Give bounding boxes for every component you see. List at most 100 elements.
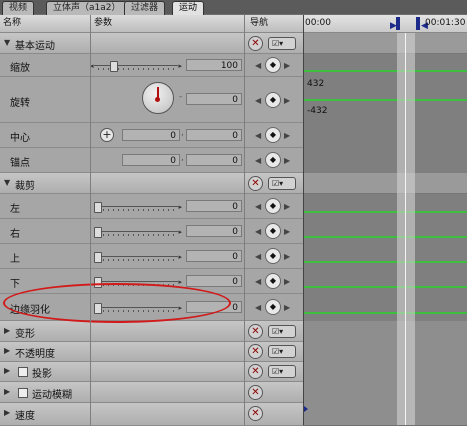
column-divider — [244, 15, 245, 425]
tab-motion[interactable]: 运动 — [172, 1, 205, 15]
next-keyframe-icon[interactable]: ▶ — [284, 96, 290, 105]
reset-x-icon[interactable]: ✕ — [248, 36, 263, 51]
section-motion-blur-label: 运动模糊 — [32, 390, 72, 401]
crop-top-field[interactable]: 0 — [186, 250, 242, 262]
prev-keyframe-icon[interactable]: ◀ — [255, 131, 261, 140]
keyframe-diamond-icon[interactable]: ◆ — [265, 223, 281, 239]
time-start: 00:00 — [305, 18, 331, 28]
menu-dropdown-icon[interactable]: ☑▾ — [268, 37, 296, 50]
prev-keyframe-icon[interactable]: ◀ — [255, 303, 261, 312]
edge-feather-curve — [304, 312, 467, 314]
disclosure-closed-icon[interactable]: ▶ — [4, 387, 10, 396]
menu-dropdown-icon[interactable]: ☑▾ — [268, 365, 296, 378]
crop-right-label: 右 — [10, 229, 20, 240]
playhead-region[interactable] — [397, 33, 415, 425]
crosshair-icon[interactable]: + — [100, 128, 114, 142]
scale-value-field[interactable]: 100 — [186, 59, 242, 71]
next-keyframe-icon[interactable]: ▶ — [284, 277, 290, 286]
reset-x-icon[interactable]: ✕ — [248, 324, 263, 339]
crop-bottom-curve — [304, 286, 467, 288]
col-params: 参数 — [94, 18, 113, 28]
rotation-min-label: -432 — [307, 106, 328, 116]
tab-video[interactable]: 视频 — [2, 1, 35, 15]
reset-x-icon[interactable]: ✕ — [248, 364, 263, 379]
speed-marker-icon — [304, 406, 308, 412]
next-keyframe-icon[interactable]: ▶ — [284, 61, 290, 70]
rotation-value-field[interactable]: 0 — [186, 93, 242, 105]
keyframe-diamond-icon[interactable]: ◆ — [265, 299, 281, 315]
scale-slider[interactable]: ◂ ▸ — [90, 60, 182, 72]
prev-keyframe-icon[interactable]: ◀ — [255, 61, 261, 70]
disclosure-closed-icon[interactable]: ▶ — [4, 366, 10, 375]
next-keyframe-icon[interactable]: ▶ — [284, 303, 290, 312]
menu-dropdown-icon[interactable]: ☑▾ — [268, 325, 296, 338]
crop-left-label: 左 — [10, 204, 20, 215]
anchor-x-field[interactable]: 0 — [122, 154, 180, 166]
anchor-label: 锚点 — [10, 158, 30, 169]
keyframe-diamond-icon[interactable]: ◆ — [265, 152, 281, 168]
tab-filters[interactable]: 过滤器 — [124, 1, 166, 15]
rotation-label: 旋转 — [10, 98, 30, 109]
reset-x-icon[interactable]: ✕ — [248, 385, 263, 400]
crop-left-field[interactable]: 0 — [186, 200, 242, 212]
out-point-marker[interactable] — [416, 17, 420, 30]
prev-keyframe-icon[interactable]: ◀ — [255, 96, 261, 105]
time-ruler[interactable]: 00:00 ▶ ◀ 00:01:30 — [304, 15, 467, 33]
column-header: 名称 参数 导航 — [0, 15, 303, 33]
crop-bottom-field[interactable]: 0 — [186, 275, 242, 287]
tab-stereo[interactable]: 立体声（a1a2） — [46, 1, 128, 15]
scale-curve — [304, 70, 467, 72]
parameter-panel: ▼ 基本运动 ✕ ☑▾ 缩放 ◂ ▸ 100 ◀ ◆ ▶ 旋转 - 0 ◀ ◆ ▶… — [0, 33, 303, 426]
keyframe-diamond-icon[interactable]: ◆ — [265, 92, 281, 108]
rotation-curve — [304, 99, 467, 101]
prev-keyframe-icon[interactable]: ◀ — [255, 227, 261, 236]
keyframe-diamond-icon[interactable]: ◆ — [265, 127, 281, 143]
crop-right-field[interactable]: 0 — [186, 225, 242, 237]
rotation-max-label: 432 — [307, 79, 325, 89]
keyframe-diamond-icon[interactable]: ◆ — [265, 273, 281, 289]
disclosure-closed-icon[interactable]: ▶ — [4, 408, 10, 417]
center-label: 中心 — [10, 133, 30, 144]
anchor-y-field[interactable]: 0 — [186, 154, 242, 166]
crop-top-slider[interactable]: ▸ — [92, 251, 182, 263]
reset-x-icon[interactable]: ✕ — [248, 344, 263, 359]
menu-dropdown-icon[interactable]: ☑▾ — [268, 177, 296, 190]
keyframe-diamond-icon[interactable]: ◆ — [265, 248, 281, 264]
next-keyframe-icon[interactable]: ▶ — [284, 252, 290, 261]
disclosure-open-icon[interactable]: ▼ — [4, 38, 10, 47]
timeline-collapsed-rows — [304, 321, 467, 425]
shadow-checkbox[interactable] — [18, 367, 28, 377]
crop-right-slider[interactable]: ▸ — [92, 226, 182, 238]
keyframe-diamond-icon[interactable]: ◆ — [265, 57, 281, 73]
prev-keyframe-icon[interactable]: ◀ — [255, 156, 261, 165]
reset-x-icon[interactable]: ✕ — [248, 176, 263, 191]
crop-left-slider[interactable]: ▸ — [92, 201, 182, 213]
next-keyframe-icon[interactable]: ▶ — [284, 202, 290, 211]
highlight-ellipse — [3, 283, 231, 323]
next-keyframe-icon[interactable]: ▶ — [284, 227, 290, 236]
tab-bar: 视频 立体声（a1a2） 过滤器 运动 — [0, 0, 467, 15]
prev-keyframe-icon[interactable]: ◀ — [255, 277, 261, 286]
next-keyframe-icon[interactable]: ▶ — [284, 131, 290, 140]
disclosure-closed-icon[interactable]: ▶ — [4, 326, 10, 335]
rotation-dial-hub — [155, 97, 160, 102]
anchor-dash: , — [181, 153, 184, 163]
column-divider — [90, 15, 91, 425]
prev-keyframe-icon[interactable]: ◀ — [255, 252, 261, 261]
section-basic-label: 基本运动 — [15, 41, 55, 52]
reset-x-icon[interactable]: ✕ — [248, 406, 263, 421]
playhead-line[interactable] — [405, 33, 406, 425]
section-crop-label: 裁剪 — [15, 181, 35, 192]
keyframe-timeline[interactable]: 432 -432 — [304, 33, 467, 425]
rotation-dial[interactable] — [142, 82, 174, 114]
disclosure-closed-icon[interactable]: ▶ — [4, 346, 10, 355]
section-speed-label: 速度 — [15, 411, 35, 422]
next-keyframe-icon[interactable]: ▶ — [284, 156, 290, 165]
disclosure-open-icon[interactable]: ▼ — [4, 178, 10, 187]
center-y-field[interactable]: 0 — [186, 129, 242, 141]
menu-dropdown-icon[interactable]: ☑▾ — [268, 345, 296, 358]
motion-blur-checkbox[interactable] — [18, 388, 28, 398]
keyframe-diamond-icon[interactable]: ◆ — [265, 198, 281, 214]
prev-keyframe-icon[interactable]: ◀ — [255, 202, 261, 211]
center-x-field[interactable]: 0 — [122, 129, 180, 141]
